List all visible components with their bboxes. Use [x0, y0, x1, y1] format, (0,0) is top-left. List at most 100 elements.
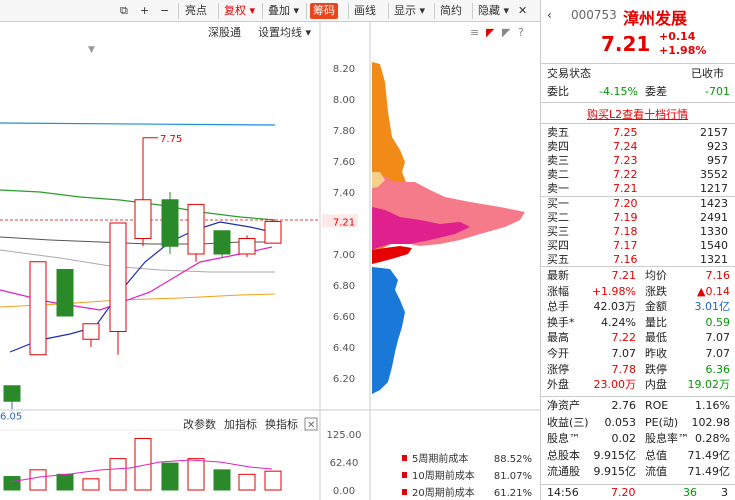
fund-label: 总股本 [547, 448, 580, 462]
cost-legend-swatch [402, 472, 407, 478]
price-tick-label: 6.40 [333, 343, 355, 354]
candle-body[interactable] [134, 199, 152, 239]
hide-button[interactable]: 隐藏 ▾ [478, 3, 509, 19]
volume-tick-label: 0.00 [333, 486, 355, 497]
buy-volume: 1330 [700, 225, 728, 238]
chip-flag-gray-icon[interactable]: ◤ [502, 26, 511, 39]
candle-body[interactable] [238, 238, 256, 255]
candle-body[interactable] [264, 220, 282, 244]
shen-gu-tong-label[interactable]: 深股通 [208, 26, 241, 39]
buy-volume: 1423 [700, 197, 728, 210]
candle-body[interactable] [56, 269, 74, 317]
fund-value: 2.76 [611, 399, 637, 412]
zoom-in-icon[interactable]: + [140, 3, 149, 19]
trade-status: 已收市 [691, 67, 724, 80]
sell-row[interactable]: 卖三 7.23 957 [541, 154, 735, 168]
chip-bars-icon[interactable]: ≡ [470, 26, 479, 39]
stat-label: 涨停 [547, 362, 569, 376]
price-change: +0.14 [659, 30, 696, 43]
candle-body[interactable] [3, 385, 21, 402]
volume-bars [3, 437, 282, 491]
candle-body[interactable] [109, 222, 127, 332]
last-trade-row: 14:56 7.20 36 3 [541, 486, 735, 500]
buy-row[interactable]: 买一 7.20 1423 [541, 197, 735, 211]
display-button[interactable]: 显示 ▾ [394, 3, 425, 19]
sell-volume: 3552 [700, 168, 728, 181]
fund-value: 71.49亿 [687, 465, 731, 479]
stat-value: 7.21 [611, 269, 637, 282]
stat-label: 外盘 [547, 378, 569, 392]
close-icon[interactable]: ✕ [518, 3, 527, 19]
fund-value: 71.49亿 [687, 448, 731, 462]
fundamentals-row: 总股本 9.915亿 总值 71.49亿 [541, 449, 735, 463]
price-tick-label: 8.20 [333, 64, 355, 75]
stats-row: 今开 7.07 昨收 7.07 [541, 347, 735, 361]
sell-price: 7.22 [613, 168, 638, 181]
chip-help-icon[interactable]: ? [518, 26, 524, 39]
fundamentals-row: 收益(三) 0.053 PE(动) 102.98 [541, 416, 735, 430]
zoom-out-icon[interactable]: − [160, 3, 169, 19]
fund-value: 0.053 [604, 415, 637, 429]
overlay-button[interactable]: 叠加 ▾ [268, 3, 299, 19]
set-ma-button[interactable]: 设置均线 ▾ [258, 25, 311, 39]
buy-label: 买五 [547, 253, 569, 266]
chip-button[interactable]: 筹码 [310, 3, 338, 19]
buy-price: 7.18 [613, 225, 638, 238]
buy-row[interactable]: 买四 7.17 1540 [541, 239, 735, 253]
close-indicator-icon[interactable]: ✕ [307, 420, 315, 431]
candles-group [3, 137, 282, 402]
candle-body[interactable] [161, 199, 179, 247]
sell-volume: 923 [707, 140, 728, 153]
high-annotation: 7.75 [160, 134, 182, 145]
buy-price: 7.17 [613, 239, 638, 252]
chip-flag-red-icon[interactable]: ◤ [486, 26, 495, 39]
simple-button[interactable]: 简约 [440, 3, 462, 19]
kline-chart[interactable]: 深股通 设置均线 ▾ ▼ ≡ ◤ ◤ ? 7.75 6.05 8.20 8.00 7.… [0, 22, 540, 500]
wei-cha-value: -701 [705, 85, 730, 98]
stock-name: 漳州发展 [623, 9, 688, 28]
sell-row[interactable]: 卖一 7.21 1217 [541, 182, 735, 196]
adjust-button[interactable]: 复权 ▾ [224, 3, 255, 19]
collapse-icon[interactable]: ‹ [547, 8, 552, 22]
volume-bar [29, 469, 47, 491]
change-params-button[interactable]: 改参数 [183, 417, 216, 431]
stat-label: 金额 [645, 300, 667, 314]
stats-row: 涨幅 +1.98% 涨跌 ▲0.14 [541, 285, 735, 299]
sell-row[interactable]: 卖四 7.24 923 [541, 140, 735, 154]
volume-tick-label: 62.40 [330, 458, 359, 469]
draw-line-button[interactable]: 画线 [354, 3, 376, 19]
volume-bar [238, 473, 256, 491]
sell-price: 7.21 [613, 182, 638, 195]
stats-row: 最高 7.22 最低 7.07 [541, 331, 735, 345]
fund-label: 收益(三) [547, 415, 589, 429]
price-tick-label: 7.80 [333, 126, 355, 137]
fund-value: 9.915亿 [593, 448, 637, 462]
stat-label: 昨收 [645, 347, 667, 360]
buy-l2-link[interactable]: 购买L2查看十档行情 [587, 106, 688, 122]
chart-toolbar: ⧉ + − 亮点 复权 ▾ 叠加 ▾ 筹码 画线 显示 ▾ 简约 隐藏 ▾ ✕ [0, 0, 540, 22]
fund-label: 股息™ [547, 432, 580, 446]
highlight-button[interactable]: 亮点 [185, 3, 207, 19]
chip-blue-area [372, 267, 405, 394]
buy-label: 买二 [547, 211, 569, 224]
buy-row[interactable]: 买五 7.16 1321 [541, 253, 735, 267]
candle-body[interactable] [213, 230, 231, 255]
candle-body[interactable] [82, 323, 100, 340]
chart-marker-icon: ▼ [88, 45, 95, 55]
window-icon[interactable]: ⧉ [120, 3, 128, 19]
switch-indicator-button[interactable]: 换指标 [265, 417, 298, 431]
candle-body[interactable] [187, 203, 205, 255]
stat-label: 今开 [547, 347, 569, 360]
sell-label: 卖四 [547, 140, 569, 153]
candle-body[interactable] [29, 261, 47, 356]
volume-bar [109, 458, 127, 491]
volume-bar [161, 462, 179, 491]
sell-row[interactable]: 卖五 7.25 2157 [541, 126, 735, 140]
stats-row: 总手 42.03万 金额 3.01亿 [541, 300, 735, 314]
cost-legend-value: 81.07% [494, 471, 532, 482]
buy-row[interactable]: 买三 7.18 1330 [541, 225, 735, 239]
buy-row[interactable]: 买二 7.19 2491 [541, 211, 735, 225]
sell-row[interactable]: 卖二 7.22 3552 [541, 168, 735, 182]
stat-value: 7.78 [611, 362, 637, 376]
add-indicator-button[interactable]: 加指标 [224, 417, 257, 431]
